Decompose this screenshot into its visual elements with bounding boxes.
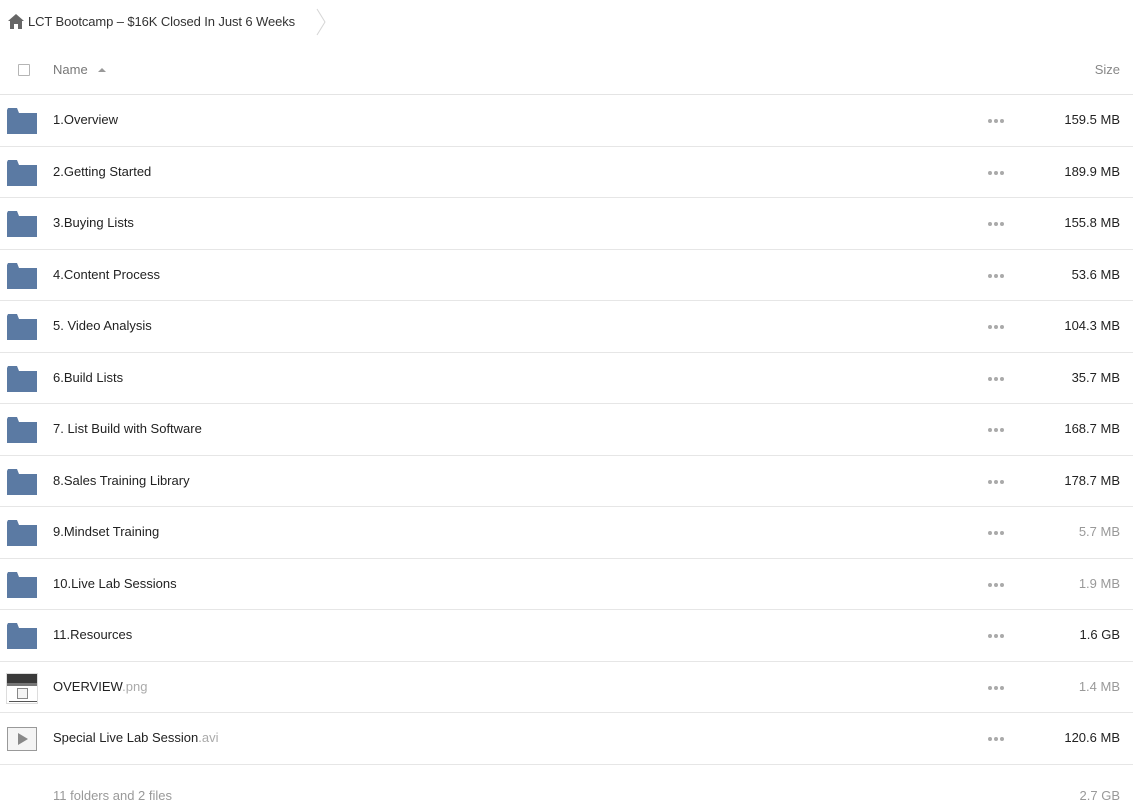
item-size: 1.4 MB	[1078, 678, 1120, 694]
item-name-text: 11.Resources	[53, 627, 133, 642]
more-options-icon[interactable]	[988, 479, 1004, 485]
item-name[interactable]: 8.Sales Training Library	[53, 473, 190, 488]
folder-icon[interactable]	[7, 417, 37, 443]
folder-row[interactable]: 8.Sales Training Library 178.7 MB	[0, 456, 1133, 507]
item-name-text: OVERVIEW	[53, 678, 123, 694]
select-all-checkbox[interactable]	[18, 64, 30, 76]
folder-row[interactable]: 9.Mindset Training 5.7 MB	[0, 507, 1133, 559]
item-name-text: 9.Mindset Training	[53, 524, 160, 539]
item-name[interactable]: 11.Resources	[53, 627, 132, 642]
item-name-text: 7. List Build with Software	[53, 421, 202, 436]
folder-icon[interactable]	[7, 108, 37, 134]
item-name-text: 10.Live Lab Sessions	[53, 575, 177, 591]
item-size: 159.5 MB	[1064, 112, 1120, 127]
item-name[interactable]: 4.Content Process	[53, 267, 160, 282]
item-name-text: 6.Build Lists	[53, 369, 124, 385]
folder-icon[interactable]	[7, 571, 37, 598]
total-size: 2.7 GB	[1079, 788, 1120, 803]
item-name[interactable]: 9.Mindset Training	[53, 524, 159, 539]
item-size: 1.9 MB	[1078, 575, 1120, 591]
folder-icon[interactable]	[7, 211, 37, 237]
item-name[interactable]: 6.Build Lists	[53, 370, 123, 385]
item-size: 189.9 MB	[1064, 163, 1120, 179]
item-size: 178.7 MB	[1064, 472, 1120, 488]
folder-icon[interactable]	[7, 520, 37, 546]
item-name[interactable]: 3.Buying Lists	[53, 215, 134, 230]
more-options-icon[interactable]	[988, 376, 1004, 382]
item-name[interactable]: 2.Getting Started	[53, 164, 151, 179]
file-row[interactable]: OVERVIEW.png 1.4 MB	[0, 662, 1133, 713]
item-name[interactable]: 5. Video Analysis	[53, 318, 152, 333]
item-name[interactable]: 1.Overview	[53, 112, 118, 127]
item-size: 120.6 MB	[1064, 730, 1120, 745]
folder-row[interactable]: 1.Overview 159.5 MB	[0, 95, 1133, 147]
more-options-icon[interactable]	[988, 427, 1004, 433]
more-options-icon[interactable]	[988, 221, 1004, 227]
list-header: Name Size	[0, 44, 1133, 95]
file-row[interactable]: Special Live Lab Session.avi 120.6 MB	[0, 713, 1133, 765]
more-options-icon[interactable]	[988, 530, 1004, 536]
item-size: 155.8 MB	[1064, 215, 1120, 230]
item-name[interactable]: Special Live Lab Session.avi	[53, 730, 219, 745]
home-icon[interactable]	[8, 14, 24, 29]
folder-row[interactable]: 5. Video Analysis 104.3 MB	[0, 301, 1133, 353]
item-name-text: 1.Overview	[53, 112, 119, 127]
folder-icon[interactable]	[7, 159, 37, 186]
more-options-icon[interactable]	[988, 633, 1004, 639]
list-footer: 11 folders and 2 files 2.7 GB	[0, 780, 1133, 810]
folder-row[interactable]: 7. List Build with Software 168.7 MB	[0, 404, 1133, 456]
item-size: 1.6 GB	[1079, 627, 1120, 642]
item-name-text: 4.Content Process	[53, 266, 160, 282]
more-options-icon[interactable]	[988, 736, 1004, 742]
folder-row[interactable]: 10.Live Lab Sessions 1.9 MB	[0, 559, 1133, 610]
item-name[interactable]: 10.Live Lab Sessions	[53, 576, 177, 591]
item-count-summary: 11 folders and 2 files	[53, 788, 172, 803]
more-options-icon[interactable]	[988, 118, 1004, 124]
name-column-header[interactable]: Name	[53, 62, 88, 77]
folder-icon[interactable]	[7, 468, 37, 495]
folder-icon[interactable]	[7, 262, 37, 289]
folder-icon[interactable]	[7, 623, 37, 649]
item-size: 5.7 MB	[1078, 524, 1120, 539]
image-thumbnail[interactable]	[6, 672, 38, 704]
more-options-icon[interactable]	[988, 685, 1004, 691]
folder-row[interactable]: 3.Buying Lists 155.8 MB	[0, 198, 1133, 250]
breadcrumb-title[interactable]: LCT Bootcamp – $16K Closed In Just 6 Wee…	[28, 14, 295, 29]
item-size: 53.6 MB	[1071, 266, 1120, 282]
folder-icon[interactable]	[7, 365, 37, 392]
item-size: 104.3 MB	[1064, 318, 1120, 333]
more-options-icon[interactable]	[988, 582, 1004, 588]
item-name[interactable]: OVERVIEW.png	[53, 679, 147, 694]
more-options-icon[interactable]	[988, 273, 1004, 279]
item-size: 35.7 MB	[1071, 369, 1120, 385]
breadcrumb: LCT Bootcamp – $16K Closed In Just 6 Wee…	[0, 0, 340, 44]
more-options-icon[interactable]	[988, 324, 1004, 330]
item-size: 168.7 MB	[1064, 421, 1120, 436]
folder-row[interactable]: 2.Getting Started 189.9 MB	[0, 147, 1133, 198]
item-name-text: 3.Buying Lists	[53, 215, 134, 230]
video-play-icon[interactable]	[7, 727, 37, 751]
folder-row[interactable]: 6.Build Lists 35.7 MB	[0, 353, 1133, 404]
folder-row[interactable]: 11.Resources 1.6 GB	[0, 610, 1133, 662]
file-list: 1.Overview 159.5 MB 2.Getting Started 189.9…	[0, 95, 1133, 765]
folder-row[interactable]: 4.Content Process 53.6 MB	[0, 250, 1133, 301]
file-extension: .png	[122, 678, 148, 694]
folder-icon[interactable]	[7, 314, 37, 340]
item-name-text: 5. Video Analysis	[53, 318, 152, 333]
item-name-text: 2.Getting Started	[53, 163, 152, 179]
file-extension: .avi	[198, 730, 219, 745]
item-name-text: Special Live Lab Session	[53, 730, 199, 745]
size-column-header[interactable]: Size	[1095, 62, 1120, 77]
more-options-icon[interactable]	[988, 170, 1004, 176]
sort-ascending-icon[interactable]	[98, 68, 106, 72]
item-name[interactable]: 7. List Build with Software	[53, 421, 202, 436]
item-name-text: 8.Sales Training Library	[53, 472, 190, 488]
breadcrumb-separator-icon	[316, 8, 326, 36]
